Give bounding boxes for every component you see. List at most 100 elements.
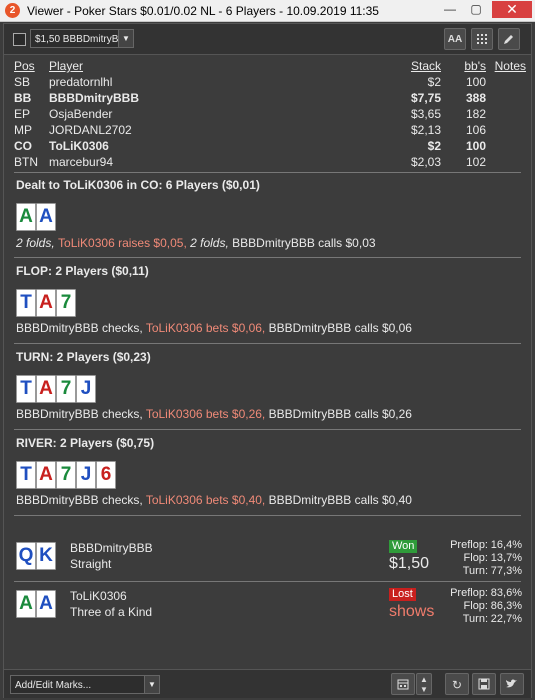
players-header-row: Pos Player Stack bb's Notes bbox=[14, 59, 526, 75]
action-text: BBBDmitryBBB calls $0,06 bbox=[268, 321, 412, 335]
turn-title: TURN: 2 Players ($0,23) bbox=[16, 350, 151, 364]
turn-actions: BBBDmitryBBB checks, ToLiK0306 bets $0,2… bbox=[16, 407, 412, 421]
turn-cards: TA7J bbox=[16, 375, 96, 403]
bottom-toolbar: Add/Edit Marks... ▼ ▲ ▼ ↻ bbox=[4, 669, 531, 698]
divider bbox=[14, 343, 521, 344]
playing-card: A bbox=[16, 590, 36, 618]
playing-card: A bbox=[36, 590, 56, 618]
action-text: BBBDmitryBBB checks, bbox=[16, 407, 146, 421]
marks-dropdown-label: Add/Edit Marks... bbox=[15, 680, 92, 691]
hero-action-text: ToLiK0306 bets $0,40, bbox=[145, 493, 269, 507]
player-stack: $3,65 bbox=[410, 107, 441, 121]
playing-card: A bbox=[36, 461, 56, 489]
playing-card: 7 bbox=[56, 461, 76, 489]
player-name: BBBDmitryBBB bbox=[49, 91, 140, 105]
flop-actions: BBBDmitryBBB checks, ToLiK0306 bets $0,0… bbox=[16, 321, 412, 335]
playing-card: 7 bbox=[56, 289, 76, 317]
equity-value: 13,7% bbox=[490, 552, 522, 564]
player-row[interactable]: SB predatornlhl $2 100 bbox=[14, 75, 526, 91]
river-cards: TA7J6 bbox=[16, 461, 116, 489]
save-icon[interactable] bbox=[472, 673, 496, 695]
player-row[interactable]: BB BBBDmitryBBB $7,75 388 bbox=[14, 91, 526, 107]
header-pos[interactable]: Pos bbox=[14, 59, 35, 73]
playing-card: T bbox=[16, 461, 36, 489]
result-amount: $1,50 bbox=[389, 555, 430, 572]
action-text: BBBDmitryBBB checks, bbox=[16, 321, 146, 335]
hand-selector-dropdown[interactable]: $1,50 BBBDmitryBBB ▼ bbox=[30, 29, 134, 48]
playing-card: Q bbox=[16, 542, 36, 570]
player-stack: $2,13 bbox=[410, 123, 441, 137]
player-name: OsjaBender bbox=[49, 107, 113, 121]
playing-card: 7 bbox=[56, 375, 76, 403]
playing-card: J bbox=[76, 461, 96, 489]
playing-card: A bbox=[16, 203, 36, 231]
divider bbox=[14, 257, 521, 258]
player-position: EP bbox=[14, 107, 31, 121]
header-player[interactable]: Player bbox=[49, 59, 83, 73]
equity-value: 22,7% bbox=[490, 613, 522, 625]
marks-dropdown[interactable]: Add/Edit Marks... ▼ bbox=[10, 675, 160, 694]
replay-icon[interactable]: ↻ bbox=[445, 673, 469, 695]
spinner-icon[interactable]: ▲ ▼ bbox=[416, 673, 432, 695]
chevron-down-icon[interactable]: ▼ bbox=[144, 676, 159, 693]
header-bb[interactable]: bb's bbox=[464, 59, 486, 73]
player-name: marcebur94 bbox=[49, 155, 114, 169]
action-text: 2 folds, bbox=[190, 236, 233, 250]
player-stack: $2 bbox=[427, 75, 441, 89]
chevron-down-icon[interactable]: ▼ bbox=[118, 30, 133, 47]
preflop-cards: AA bbox=[16, 203, 56, 231]
window-title: Viewer - Poker Stars $0.01/0.02 NL - 6 P… bbox=[27, 4, 379, 18]
playing-card: J bbox=[76, 375, 96, 403]
player-bb: 182 bbox=[465, 107, 486, 121]
playing-card: A bbox=[36, 375, 56, 403]
playing-card: 6 bbox=[96, 461, 116, 489]
showdown-player-2: AA ToLiK0306 Three of a Kind Lost shows … bbox=[16, 583, 523, 627]
player-row[interactable]: EP OsjaBender $3,65 182 bbox=[14, 107, 526, 123]
result-badge: Won bbox=[389, 540, 418, 553]
divider bbox=[14, 581, 521, 582]
playing-card: K bbox=[36, 542, 56, 570]
showdown-hand-rank: Straight bbox=[70, 557, 112, 571]
player-row[interactable]: BTN marcebur94 $2,03 102 bbox=[14, 155, 526, 171]
player-stack: $2,03 bbox=[410, 155, 441, 169]
maximize-button[interactable]: ▢ bbox=[464, 1, 488, 18]
header-notes[interactable]: Notes bbox=[495, 59, 526, 73]
equity-value: 83,6% bbox=[490, 587, 522, 599]
showdown-hand-rank: Three of a Kind bbox=[70, 605, 153, 619]
top-toolbar: $1,50 BBBDmitryBBB ▼ AA bbox=[4, 24, 531, 55]
player-name: JORDANL2702 bbox=[49, 123, 132, 137]
header-stack[interactable]: Stack bbox=[411, 59, 441, 73]
river-actions: BBBDmitryBBB checks, ToLiK0306 bets $0,4… bbox=[16, 493, 412, 507]
hand-history-content: Pos Player Stack bb's Notes SB predatornl… bbox=[4, 55, 531, 667]
close-button[interactable]: ✕ bbox=[492, 1, 532, 18]
player-row[interactable]: CO ToLiK0306 $2 100 bbox=[14, 139, 526, 155]
calendar-icon[interactable] bbox=[391, 673, 415, 695]
flop-title: FLOP: 2 Players ($0,11) bbox=[16, 264, 149, 278]
player-bb: 106 bbox=[465, 123, 486, 137]
select-hand-checkbox[interactable] bbox=[13, 33, 26, 46]
window-titlebar: 2 Viewer - Poker Stars $0.01/0.02 NL - 6… bbox=[0, 0, 535, 22]
showdown-cards: QK bbox=[16, 542, 56, 570]
player-bb: 100 bbox=[465, 139, 486, 153]
showdown-player-name: BBBDmitryBBB bbox=[70, 541, 153, 555]
result-badge: Lost bbox=[389, 588, 416, 601]
flop-cards: TA7 bbox=[16, 289, 76, 317]
player-position: BTN bbox=[14, 155, 38, 169]
grid-icon[interactable] bbox=[471, 28, 493, 50]
hero-action-text: ToLiK0306 bets $0,06, bbox=[145, 321, 269, 335]
player-position: MP bbox=[14, 123, 32, 137]
pencil-icon[interactable] bbox=[498, 28, 520, 50]
player-row[interactable]: MP JORDANL2702 $2,13 106 bbox=[14, 123, 526, 139]
font-size-button[interactable]: AA bbox=[444, 28, 466, 50]
divider bbox=[14, 172, 521, 173]
preflop-title: Dealt to ToLiK0306 in CO: 6 Players ($0,… bbox=[16, 178, 260, 192]
player-stack: $7,75 bbox=[410, 91, 441, 105]
showdown-player-1: QK BBBDmitryBBB Straight Won $1,50 Prefl… bbox=[16, 535, 523, 579]
minimize-button[interactable]: — bbox=[438, 1, 462, 18]
twitter-icon[interactable] bbox=[500, 673, 524, 695]
action-text: BBBDmitryBBB calls $0,40 bbox=[268, 493, 412, 507]
action-text: BBBDmitryBBB calls $0,26 bbox=[268, 407, 412, 421]
playing-card: T bbox=[16, 289, 36, 317]
player-name: ToLiK0306 bbox=[49, 139, 109, 153]
viewer-frame: $1,50 BBBDmitryBBB ▼ AA Pos Player Stack… bbox=[3, 23, 532, 698]
